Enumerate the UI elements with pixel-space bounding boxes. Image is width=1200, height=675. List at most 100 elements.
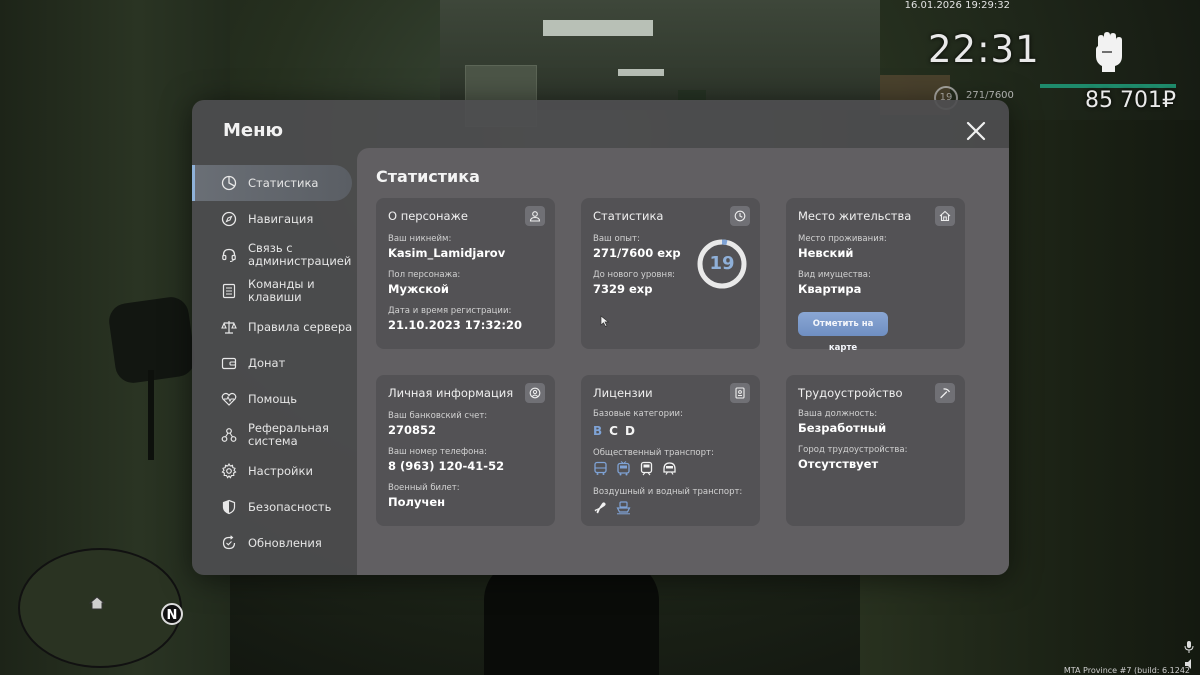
pickaxe-icon: [940, 388, 951, 399]
boat-icon: [616, 501, 631, 515]
sidebar-item-commands[interactable]: Команды и клавиши: [192, 273, 357, 309]
menu-title: Меню: [223, 120, 284, 141]
ceiling-lamp: [618, 69, 664, 76]
id-card-icon: [735, 387, 745, 399]
card-title: Место жительства: [798, 209, 912, 223]
next-level-value: 7329 exp: [593, 282, 653, 296]
field-label: Ваш номер телефона:: [388, 447, 487, 457]
field-label: Вид имущества:: [798, 270, 871, 280]
sidebar-item-rules[interactable]: Правила сервера: [192, 309, 357, 345]
home-icon: [88, 596, 106, 610]
air-water-transport-icons: [593, 500, 631, 515]
home-icon: [939, 210, 951, 222]
sidebar-item-help[interactable]: Помощь: [192, 381, 357, 417]
public-transport-icons: [593, 461, 677, 476]
menu-window: Меню Статистика Навигация Связь с админи…: [192, 100, 1009, 575]
field-label: Место проживания:: [798, 234, 887, 244]
background-chair-leg: [148, 370, 154, 460]
sidebar-item-label: Помощь: [248, 391, 298, 406]
mark-on-map-button[interactable]: Отметить на карте: [798, 312, 888, 353]
scales-icon: [221, 321, 237, 334]
sidebar: Статистика Навигация Связь с администрац…: [192, 165, 357, 561]
residence-card: Место жительства Место проживания: Невск…: [786, 198, 965, 353]
field-label: Общественный транспорт:: [593, 448, 714, 458]
hud-datetime: 16.01.2026 19:29:32: [904, 0, 1010, 11]
statistics-panel: Статистика О персонаже Ваш никнейм: Kasi…: [357, 148, 1009, 575]
sidebar-item-navigation[interactable]: Навигация: [192, 201, 357, 237]
field-label: Базовые категории:: [593, 409, 683, 419]
wallet-icon: [221, 357, 237, 370]
card-title: Лицензии: [593, 386, 653, 400]
network-icon: [221, 428, 237, 442]
field-label: Пол персонажа:: [388, 270, 461, 280]
personal-info-card: Личная информация Ваш банковский счет: 2…: [376, 375, 555, 526]
bank-account-value: 270852: [388, 423, 437, 437]
field-label: Ваша должность:: [798, 409, 878, 419]
personal-card-button[interactable]: [525, 383, 545, 403]
nickname-value: Kasim_Lamidjarov: [388, 246, 506, 260]
sidebar-item-settings[interactable]: Настройки: [192, 453, 357, 489]
card-title: Статистика: [593, 209, 664, 223]
property-value: Квартира: [798, 282, 862, 296]
field-label: Город трудоустройства:: [798, 445, 908, 455]
registration-value: 21.10.2023 17:32:20: [388, 318, 522, 332]
microphone-icon: [1184, 641, 1194, 653]
sidebar-item-label: Реферальная система: [248, 421, 329, 448]
sidebar-item-label: Обновления: [248, 535, 322, 550]
experience-value: 271/7600 exp: [593, 246, 681, 260]
sidebar-item-label: Статистика: [248, 175, 319, 190]
sidebar-item-label: Настройки: [248, 463, 313, 478]
keyboard-list-icon: [222, 283, 236, 299]
sidebar-item-security[interactable]: Безопасность: [192, 489, 357, 525]
sidebar-item-label: Команды и клавиши: [248, 277, 315, 304]
shield-icon: [222, 499, 236, 515]
sidebar-item-label: Навигация: [248, 211, 314, 226]
build-info: MTA Province #7 (build: 6.1242: [1063, 666, 1190, 675]
card-title: Трудоустройство: [798, 386, 903, 400]
heart-pulse-icon: [221, 392, 237, 406]
field-label: Ваш банковский счет:: [388, 411, 488, 421]
exit-sign: [678, 90, 706, 100]
tram-icon: [640, 461, 653, 476]
page-title: Статистика: [376, 167, 480, 186]
sidebar-item-label: Донат: [248, 355, 286, 370]
mouse-cursor-icon: [600, 315, 610, 327]
field-label: Ваш опыт:: [593, 234, 640, 244]
user-circle-icon: [529, 387, 541, 399]
employment-card-button[interactable]: [935, 383, 955, 403]
licenses-card-button[interactable]: [730, 383, 750, 403]
gender-value: Мужской: [388, 282, 449, 296]
field-label: До нового уровня:: [593, 270, 676, 280]
sidebar-item-label: Правила сервера: [248, 319, 353, 334]
hud-money: 85 701₽: [1085, 88, 1176, 113]
license-category-c: C: [609, 424, 618, 438]
field-label: Дата и время регистрации:: [388, 306, 512, 316]
close-icon[interactable]: [965, 120, 987, 142]
license-category-b: B: [593, 424, 603, 438]
fist-icon: [1096, 32, 1122, 72]
character-card: О персонаже Ваш никнейм: Kasim_Lamidjaro…: [376, 198, 555, 349]
residence-value: Невский: [798, 246, 854, 260]
military-ticket-value: Получен: [388, 495, 446, 509]
metro-icon: [663, 462, 676, 475]
sidebar-item-statistics[interactable]: Статистика: [192, 165, 352, 201]
stats-card-button[interactable]: [730, 206, 750, 226]
field-label: Военный билет:: [388, 483, 460, 493]
sidebar-item-donate[interactable]: Донат: [192, 345, 357, 381]
user-card-button[interactable]: [525, 206, 545, 226]
ceiling-lamp: [543, 20, 653, 36]
sidebar-item-referral[interactable]: Реферальная система: [192, 417, 357, 453]
phone-value: 8 (963) 120-41-52: [388, 459, 505, 473]
licenses-card: Лицензии Базовые категории: B C D Общест…: [581, 375, 760, 526]
position-value: Безработный: [798, 421, 887, 435]
refresh-icon: [222, 535, 236, 550]
sidebar-item-label: Связь с администрацией: [248, 241, 352, 268]
sidebar-item-admin-contact[interactable]: Связь с администрацией: [192, 237, 357, 273]
residence-card-button[interactable]: [935, 206, 955, 226]
job-city-value: Отсутствует: [798, 457, 879, 471]
hud-clock: 22:31: [928, 28, 1040, 71]
level-value: 19: [709, 253, 735, 274]
license-category-d: D: [624, 424, 635, 438]
field-label: Ваш никнейм:: [388, 234, 452, 244]
sidebar-item-updates[interactable]: Обновления: [192, 525, 357, 561]
